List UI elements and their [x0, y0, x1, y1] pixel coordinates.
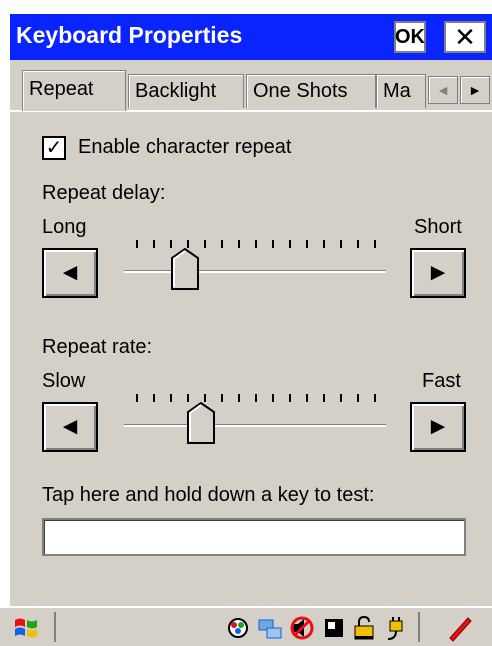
tab-scroll-left-button[interactable]: ◄ [428, 76, 458, 104]
power-plug-icon[interactable] [382, 614, 410, 642]
keyboard-properties-window: Keyboard Properties OK ✕ Repeat Backligh… [10, 14, 492, 606]
taskbar [0, 606, 492, 646]
arrow-right-icon: ► [468, 82, 482, 98]
repeat-delay-label: Repeat delay: [42, 182, 166, 204]
tab-backlight[interactable]: Backlight [128, 74, 244, 108]
enable-repeat-label[interactable]: Enable character repeat [78, 136, 291, 159]
stylus-icon[interactable] [446, 614, 474, 642]
repeat-rate-max-label: Fast [422, 370, 461, 392]
repeat-rate-decrease-button[interactable]: ◄ [42, 402, 98, 452]
repeat-rate-label: Repeat rate: [42, 336, 153, 358]
tab-strip: Repeat Backlight One Shots Ma ◄ ► [10, 70, 492, 111]
battery-icon[interactable] [320, 614, 348, 642]
window-title: Keyboard Properties [16, 22, 243, 48]
repeat-delay-max-label: Short [414, 216, 462, 238]
arrow-right-icon: ► [426, 259, 450, 286]
lock-icon[interactable] [350, 614, 378, 642]
dialog-body: Repeat Backlight One Shots Ma ◄ ► ✓ Enab… [10, 60, 492, 606]
tab-scroll-right-button[interactable]: ► [460, 76, 490, 104]
arrow-left-icon: ◄ [436, 82, 450, 98]
key-test-input[interactable] [42, 518, 466, 556]
enable-repeat-checkbox[interactable]: ✓ [42, 136, 66, 160]
repeat-rate-ticks [136, 394, 386, 402]
close-button[interactable]: ✕ [444, 21, 486, 53]
repeat-delay-slider-thumb[interactable] [170, 248, 199, 290]
repeat-delay-ticks [136, 240, 386, 248]
tab-repeat[interactable]: Repeat [22, 70, 126, 111]
repeat-rate-min-label: Slow [42, 370, 86, 392]
tab-one-shots[interactable]: One Shots [246, 74, 376, 108]
repeat-delay-min-label: Long [42, 216, 87, 238]
checkmark-icon: ✓ [45, 137, 63, 159]
close-icon: ✕ [454, 21, 476, 52]
test-area-label: Tap here and hold down a key to test: [42, 484, 375, 506]
repeat-delay-track [124, 270, 386, 273]
arrow-left-icon: ◄ [58, 259, 82, 286]
repeat-rate-increase-button[interactable]: ► [410, 402, 466, 452]
repeat-delay-decrease-button[interactable]: ◄ [42, 248, 98, 298]
title-bar: Keyboard Properties OK ✕ [10, 14, 492, 60]
arrow-right-icon: ► [426, 413, 450, 440]
volume-muted-icon[interactable] [288, 614, 316, 642]
ok-button[interactable]: OK [394, 21, 426, 53]
windows-flag-icon[interactable] [12, 614, 40, 646]
repeat-rate-track [124, 424, 386, 427]
screen: Keyboard Properties OK ✕ Repeat Backligh… [0, 0, 492, 646]
tab-ma[interactable]: Ma [376, 74, 426, 108]
taskbar-divider [54, 612, 56, 642]
network-icon[interactable] [224, 614, 252, 642]
repeat-delay-increase-button[interactable]: ► [410, 248, 466, 298]
taskbar-divider [418, 612, 420, 642]
repeat-rate-slider-thumb[interactable] [187, 402, 216, 444]
connectivity-icon[interactable] [256, 614, 284, 642]
arrow-left-icon: ◄ [58, 413, 82, 440]
